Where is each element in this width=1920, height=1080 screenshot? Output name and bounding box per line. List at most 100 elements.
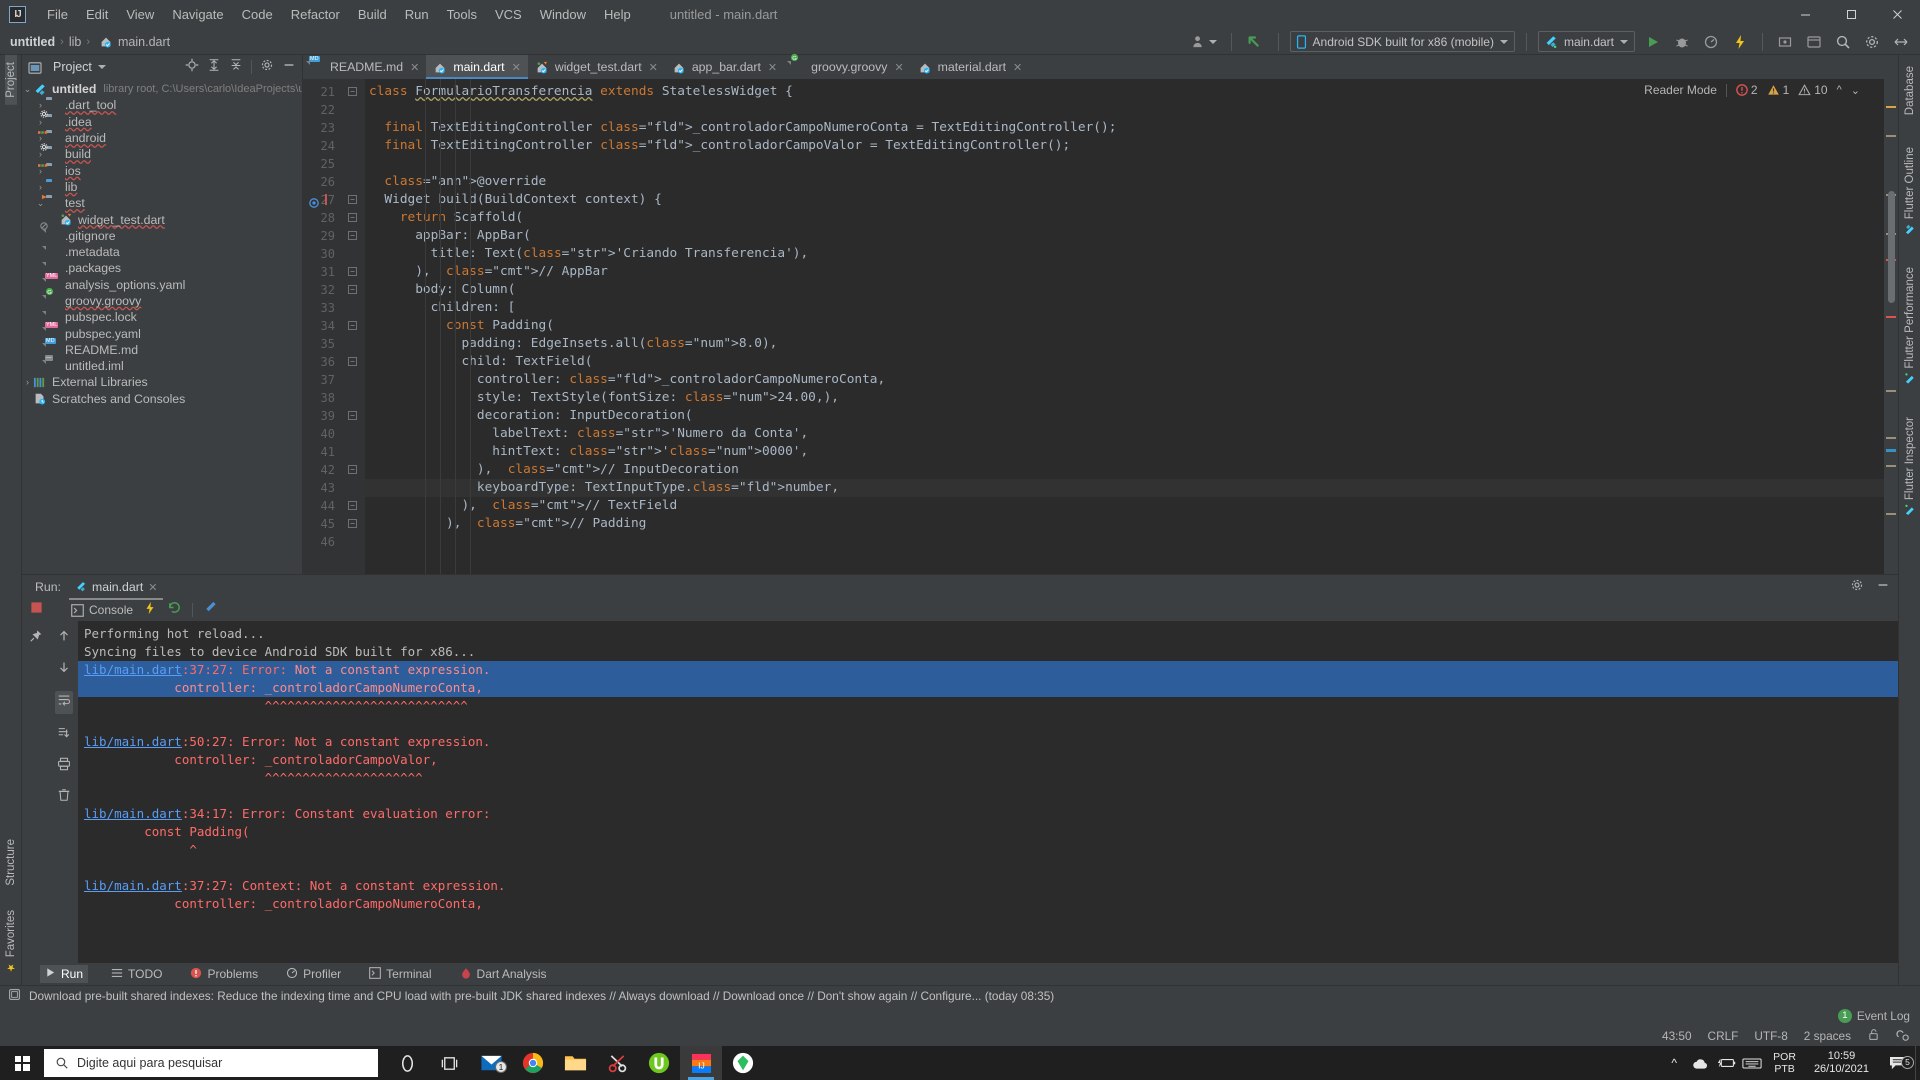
tree-row[interactable]: › .idea <box>22 110 302 130</box>
code-line[interactable] <box>365 533 1898 551</box>
tool-window-problems[interactable]: Problems <box>185 965 263 984</box>
chevron-right-icon[interactable]: › <box>22 377 33 387</box>
fold-marker-icon[interactable]: − <box>348 501 357 510</box>
run-configuration-selector[interactable]: main.dart <box>1537 31 1635 52</box>
gutter-line[interactable]: 39− <box>303 407 365 425</box>
explorer-icon[interactable] <box>554 1046 596 1080</box>
gutter-line[interactable]: 29− <box>303 227 365 245</box>
code-line[interactable]: return Scaffold( <box>365 209 1898 227</box>
code-line[interactable]: style: TextStyle(fontSize: class="num">2… <box>365 389 1898 407</box>
tree-row[interactable]: › lib <box>22 179 302 195</box>
menu-window[interactable]: Window <box>531 4 595 25</box>
expand-all-icon[interactable] <box>207 58 221 77</box>
show-hidden-icons[interactable]: ^ <box>1661 1056 1687 1070</box>
tree-row[interactable]: MD README.md <box>22 338 302 358</box>
mail-icon[interactable]: 1 <box>470 1046 512 1080</box>
gutter-line[interactable]: 36− <box>303 353 365 371</box>
chevron-right-icon[interactable]: › <box>35 149 46 159</box>
rail-item-project[interactable]: Project <box>4 55 17 105</box>
fold-marker-icon[interactable]: − <box>348 519 357 528</box>
tree-row[interactable]: YML pubspec.yaml <box>22 322 302 341</box>
maximize-button[interactable] <box>1828 0 1874 29</box>
console-line[interactable] <box>78 859 1898 877</box>
gutter-line[interactable]: 27− <box>303 191 365 209</box>
tree-row[interactable]: › .dart_tool <box>22 97 302 113</box>
rail-item-flutter-inspector[interactable]: Flutter Inspector <box>1904 410 1916 523</box>
gutter-line[interactable]: 46 <box>303 533 365 551</box>
gutter-line[interactable]: 40 <box>303 425 365 443</box>
action-center-icon[interactable]: 5 <box>1879 1055 1915 1071</box>
console-file-link[interactable]: lib/main.dart <box>84 878 182 893</box>
editor-body[interactable]: 21−22 23 24 25 26 27−28−29−30 31−32−33 34−35 36−… <box>303 79 1898 574</box>
tree-row[interactable]: Ggroovy.groovy <box>22 287 302 309</box>
attach-debugger-icon[interactable] <box>1774 32 1796 52</box>
open-devtools-icon[interactable] <box>203 600 218 620</box>
soft-wrap-icon[interactable] <box>55 691 73 714</box>
pin-icon[interactable] <box>29 629 43 648</box>
gutter-line[interactable]: 25 <box>303 155 365 173</box>
user-account-icon[interactable] <box>1188 32 1220 52</box>
close-button[interactable] <box>1874 0 1920 29</box>
chevron-right-icon[interactable]: › <box>35 100 46 110</box>
minimize-button[interactable] <box>1782 0 1828 29</box>
tree-row[interactable]: .gitignore <box>22 222 302 244</box>
tree-row[interactable]: — untitled.iml <box>22 354 302 374</box>
tree-row[interactable]: ⌄ test <box>22 195 302 211</box>
line-separator[interactable]: CRLF <box>1708 1029 1739 1043</box>
notification-text[interactable]: Download pre-built shared indexes: Reduc… <box>29 989 1054 1003</box>
chrome-icon[interactable] <box>512 1046 554 1080</box>
weak-warning-count[interactable]: 10 <box>1798 83 1828 97</box>
tree-row[interactable]: › android <box>22 130 302 146</box>
editor-tab-material-dart[interactable]: material.dart ✕ <box>911 55 1030 79</box>
menu-help[interactable]: Help <box>595 4 640 25</box>
console-line[interactable]: const Padding( <box>78 823 1898 841</box>
editor-tab-widget-test-dart[interactable]: widget_test.dart ✕ <box>528 55 665 79</box>
menu-edit[interactable]: Edit <box>77 4 117 25</box>
code-line[interactable]: title: Text(class="str">'Criando Transfe… <box>365 245 1898 263</box>
inspections-gear-icon[interactable] <box>1896 1028 1910 1045</box>
gutter-line[interactable]: 44− <box>303 497 365 515</box>
run-button[interactable] <box>1642 32 1664 52</box>
close-icon[interactable]: ✕ <box>894 61 903 74</box>
tree-row-root[interactable]: ⌄ untitled library root, C:\Users\carlo\Id… <box>22 81 302 97</box>
console-line[interactable]: lib/main.dart:50:27: Error: Not a consta… <box>78 733 1898 751</box>
breadcrumb-lib[interactable]: lib <box>69 35 82 49</box>
event-log-badge[interactable]: 1 Event Log <box>1837 1008 1910 1023</box>
tool-window-run[interactable]: Run <box>40 965 89 983</box>
code-line[interactable]: labelText: class="str">'Numero da Conta'… <box>365 425 1898 443</box>
error-count[interactable]: 2 <box>1736 83 1758 97</box>
clock[interactable]: 10:59 26/10/2021 <box>1804 1050 1879 1076</box>
editor-gutter[interactable]: 21−22 23 24 25 26 27−28−29−30 31−32−33 34−35 36−… <box>303 79 365 574</box>
chevron-right-icon[interactable]: › <box>35 117 46 127</box>
locate-file-icon[interactable] <box>185 58 199 77</box>
console-line[interactable]: controller: _controladorCampoNumeroConta… <box>78 679 1898 697</box>
console-line[interactable] <box>78 715 1898 733</box>
code-line[interactable]: ), class="cmt">// InputDecoration <box>365 461 1898 479</box>
fold-marker-icon[interactable]: − <box>348 357 357 366</box>
chevron-right-icon[interactable]: › <box>35 182 46 192</box>
gutter-line[interactable]: 30 <box>303 245 365 263</box>
caret-position[interactable]: 43:50 <box>1662 1029 1692 1043</box>
tree-row[interactable]: .packages <box>22 260 302 276</box>
tree-row[interactable]: pubspec.lock <box>22 309 302 325</box>
start-button[interactable] <box>0 1046 44 1080</box>
code-line[interactable]: final TextEditingController class="fld">… <box>365 119 1898 137</box>
settings-gear-icon[interactable] <box>1850 578 1864 597</box>
scroll-down-icon[interactable] <box>57 660 71 679</box>
project-tree[interactable]: ⌄ untitled library root, C:\Users\carlo\Id… <box>22 79 302 574</box>
console-line[interactable]: Syncing files to device Android SDK buil… <box>78 643 1898 661</box>
gutter-line[interactable]: 26 <box>303 173 365 191</box>
chevron-down-icon[interactable]: ⌄ <box>22 84 33 95</box>
snip-icon[interactable] <box>596 1046 638 1080</box>
tree-row-external-libraries[interactable]: › External Libraries <box>22 374 302 390</box>
close-icon[interactable]: ✕ <box>410 61 419 74</box>
console-output[interactable]: Performing hot reload... Syncing files to… <box>78 621 1898 963</box>
console-line[interactable]: ^^^^^^^^^^^^^^^^^^^^^ <box>78 769 1898 787</box>
keyboard-icon[interactable] <box>1739 1057 1765 1070</box>
close-icon[interactable]: ✕ <box>512 61 521 74</box>
onedrive-icon[interactable] <box>1687 1057 1713 1070</box>
menu-view[interactable]: View <box>117 4 163 25</box>
tree-row[interactable]: widget_test.dart <box>22 211 302 227</box>
tool-window-terminal[interactable]: Terminal <box>364 965 436 984</box>
code-line[interactable]: controller: class="fld">_controladorCamp… <box>365 371 1898 389</box>
